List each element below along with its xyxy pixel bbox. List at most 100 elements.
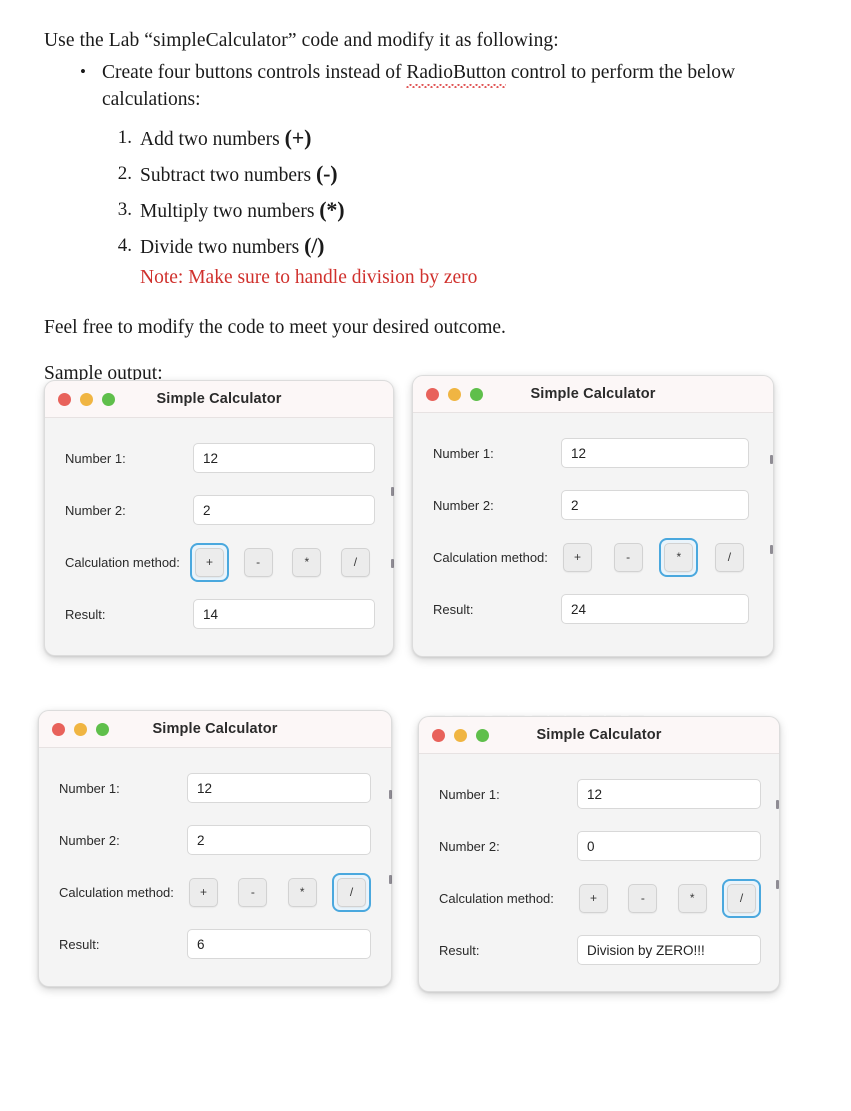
operator-button-group: + - * / <box>184 872 371 912</box>
operator-button-add[interactable]: + <box>579 883 608 913</box>
operator-button-wrapper-multiply[interactable]: * <box>287 543 326 582</box>
output-result[interactable]: 6 <box>187 929 371 959</box>
close-button-icon[interactable] <box>58 392 71 406</box>
edge-artifact <box>389 875 392 884</box>
operator-button-wrapper-multiply[interactable]: * <box>283 873 322 912</box>
operator-button-wrapper-add[interactable]: + <box>574 879 613 918</box>
row-number2: Number 2: 2 <box>433 479 755 531</box>
label-calculation-method: Calculation method: <box>65 554 180 570</box>
calculator-window-addition[interactable]: Simple Calculator Number 1: 12 Number 2:… <box>44 380 394 656</box>
close-button-icon[interactable] <box>52 722 65 736</box>
operator-button-group: + - * / <box>574 878 761 918</box>
operator-button-wrapper-subtract[interactable]: - <box>609 538 648 577</box>
operator-button-multiply[interactable]: * <box>287 877 317 907</box>
operator-button-divide[interactable]: / <box>336 877 366 907</box>
operator-button-wrapper-divide[interactable]: / <box>721 878 761 918</box>
calculator-window-division[interactable]: Simple Calculator Number 1: 12 Number 2:… <box>38 710 392 987</box>
operator-button-subtract[interactable]: - <box>238 877 268 907</box>
task-label-divide: Divide two numbers <box>140 237 305 258</box>
operator-button-multiply[interactable]: * <box>664 542 694 572</box>
operator-button-group: + - * / <box>558 537 749 577</box>
task-list: Add two numbers (+) Subtract two numbers… <box>44 121 804 265</box>
label-number1: Number 1: <box>433 445 494 461</box>
task-label-multiply: Multiply two numbers <box>140 201 320 222</box>
row-number2: Number 2: 2 <box>65 484 375 536</box>
maximize-button-icon[interactable] <box>476 728 489 742</box>
output-result[interactable]: 14 <box>193 599 375 629</box>
operator-button-subtract[interactable]: - <box>243 547 273 577</box>
operator-button-wrapper-divide[interactable]: / <box>331 872 371 912</box>
window-body: Number 1: 12 Number 2: 2 Calculation met… <box>413 413 773 649</box>
minimize-button-icon[interactable] <box>454 728 467 742</box>
label-number2: Number 2: <box>59 832 120 848</box>
operator-button-wrapper-divide[interactable]: / <box>710 538 749 577</box>
input-number1[interactable]: 12 <box>193 443 375 473</box>
task-item-divide: Divide two numbers (/) <box>108 229 804 265</box>
operator-button-divide[interactable]: / <box>714 542 744 572</box>
operator-button-wrapper-add[interactable]: + <box>558 538 597 577</box>
operator-button-wrapper-multiply[interactable]: * <box>673 879 712 918</box>
calculator-window-division-by-zero[interactable]: Simple Calculator Number 1: 12 Number 2:… <box>418 716 780 992</box>
row-result: Result: Division by ZERO!!! <box>439 924 761 976</box>
task-operator-divide: (/) <box>304 233 325 258</box>
input-number2[interactable]: 0 <box>577 831 761 861</box>
row-calculation-method: Calculation method: + - * / <box>59 866 373 918</box>
task-label-add: Add two numbers <box>140 129 285 150</box>
input-number2[interactable]: 2 <box>187 825 371 855</box>
operator-button-wrapper-divide[interactable]: / <box>336 543 375 582</box>
operator-button-wrapper-multiply[interactable]: * <box>659 537 699 577</box>
maximize-button-icon[interactable] <box>102 392 115 406</box>
task-operator-add: (+) <box>284 125 312 150</box>
maximize-button-icon[interactable] <box>470 387 483 401</box>
output-result[interactable]: 24 <box>561 594 749 624</box>
operator-button-wrapper-subtract[interactable]: - <box>239 543 278 582</box>
task-item-subtract: Subtract two numbers (-) <box>108 157 804 193</box>
operator-button-group: + - * / <box>190 542 375 582</box>
operator-button-wrapper-add[interactable]: + <box>184 873 223 912</box>
minimize-button-icon[interactable] <box>448 387 461 401</box>
division-by-zero-note: Note: Make sure to handle division by ze… <box>140 267 478 288</box>
edge-artifact <box>389 790 392 799</box>
row-number1: Number 1: 12 <box>65 432 375 484</box>
input-number2[interactable]: 2 <box>193 495 375 525</box>
window-titlebar[interactable]: Simple Calculator <box>45 381 393 418</box>
operator-button-add[interactable]: + <box>189 877 218 907</box>
label-number2: Number 2: <box>65 502 126 518</box>
edge-artifact <box>391 559 394 568</box>
operator-button-multiply[interactable]: * <box>292 547 322 577</box>
row-number1: Number 1: 12 <box>433 427 755 479</box>
close-button-icon[interactable] <box>426 387 439 401</box>
input-number1[interactable]: 12 <box>561 438 749 468</box>
window-body: Number 1: 12 Number 2: 0 Calculation met… <box>419 754 779 990</box>
calculator-window-multiplication[interactable]: Simple Calculator Number 1: 12 Number 2:… <box>412 375 774 657</box>
operator-button-multiply[interactable]: * <box>677 883 707 913</box>
operator-button-wrapper-subtract[interactable]: - <box>233 873 272 912</box>
row-result: Result: 14 <box>65 588 375 640</box>
operator-button-wrapper-add[interactable]: + <box>190 542 229 582</box>
operator-button-divide[interactable]: / <box>726 883 756 913</box>
window-titlebar[interactable]: Simple Calculator <box>419 717 779 754</box>
operator-button-divide[interactable]: / <box>340 547 370 577</box>
input-number1[interactable]: 12 <box>577 779 761 809</box>
operator-button-wrapper-subtract[interactable]: - <box>623 879 662 918</box>
edge-artifact <box>776 800 779 809</box>
close-button-icon[interactable] <box>432 728 445 742</box>
paragraph-modify-code: Feel free to modify the code to meet you… <box>44 317 506 338</box>
window-titlebar[interactable]: Simple Calculator <box>413 376 773 413</box>
minimize-button-icon[interactable] <box>80 392 93 406</box>
output-result[interactable]: Division by ZERO!!! <box>577 935 761 965</box>
window-titlebar[interactable]: Simple Calculator <box>39 711 391 748</box>
operator-button-add[interactable]: + <box>195 547 224 577</box>
operator-button-subtract[interactable]: - <box>613 542 643 572</box>
row-number2: Number 2: 2 <box>59 814 373 866</box>
minimize-button-icon[interactable] <box>74 722 87 736</box>
label-calculation-method: Calculation method: <box>59 884 174 900</box>
misspelled-word-radiobutton: RadioButton <box>406 59 506 88</box>
input-number1[interactable]: 12 <box>187 773 371 803</box>
traffic-lights <box>426 387 483 401</box>
traffic-lights <box>58 392 115 406</box>
input-number2[interactable]: 2 <box>561 490 749 520</box>
operator-button-subtract[interactable]: - <box>628 883 658 913</box>
maximize-button-icon[interactable] <box>96 722 109 736</box>
operator-button-add[interactable]: + <box>563 542 592 572</box>
